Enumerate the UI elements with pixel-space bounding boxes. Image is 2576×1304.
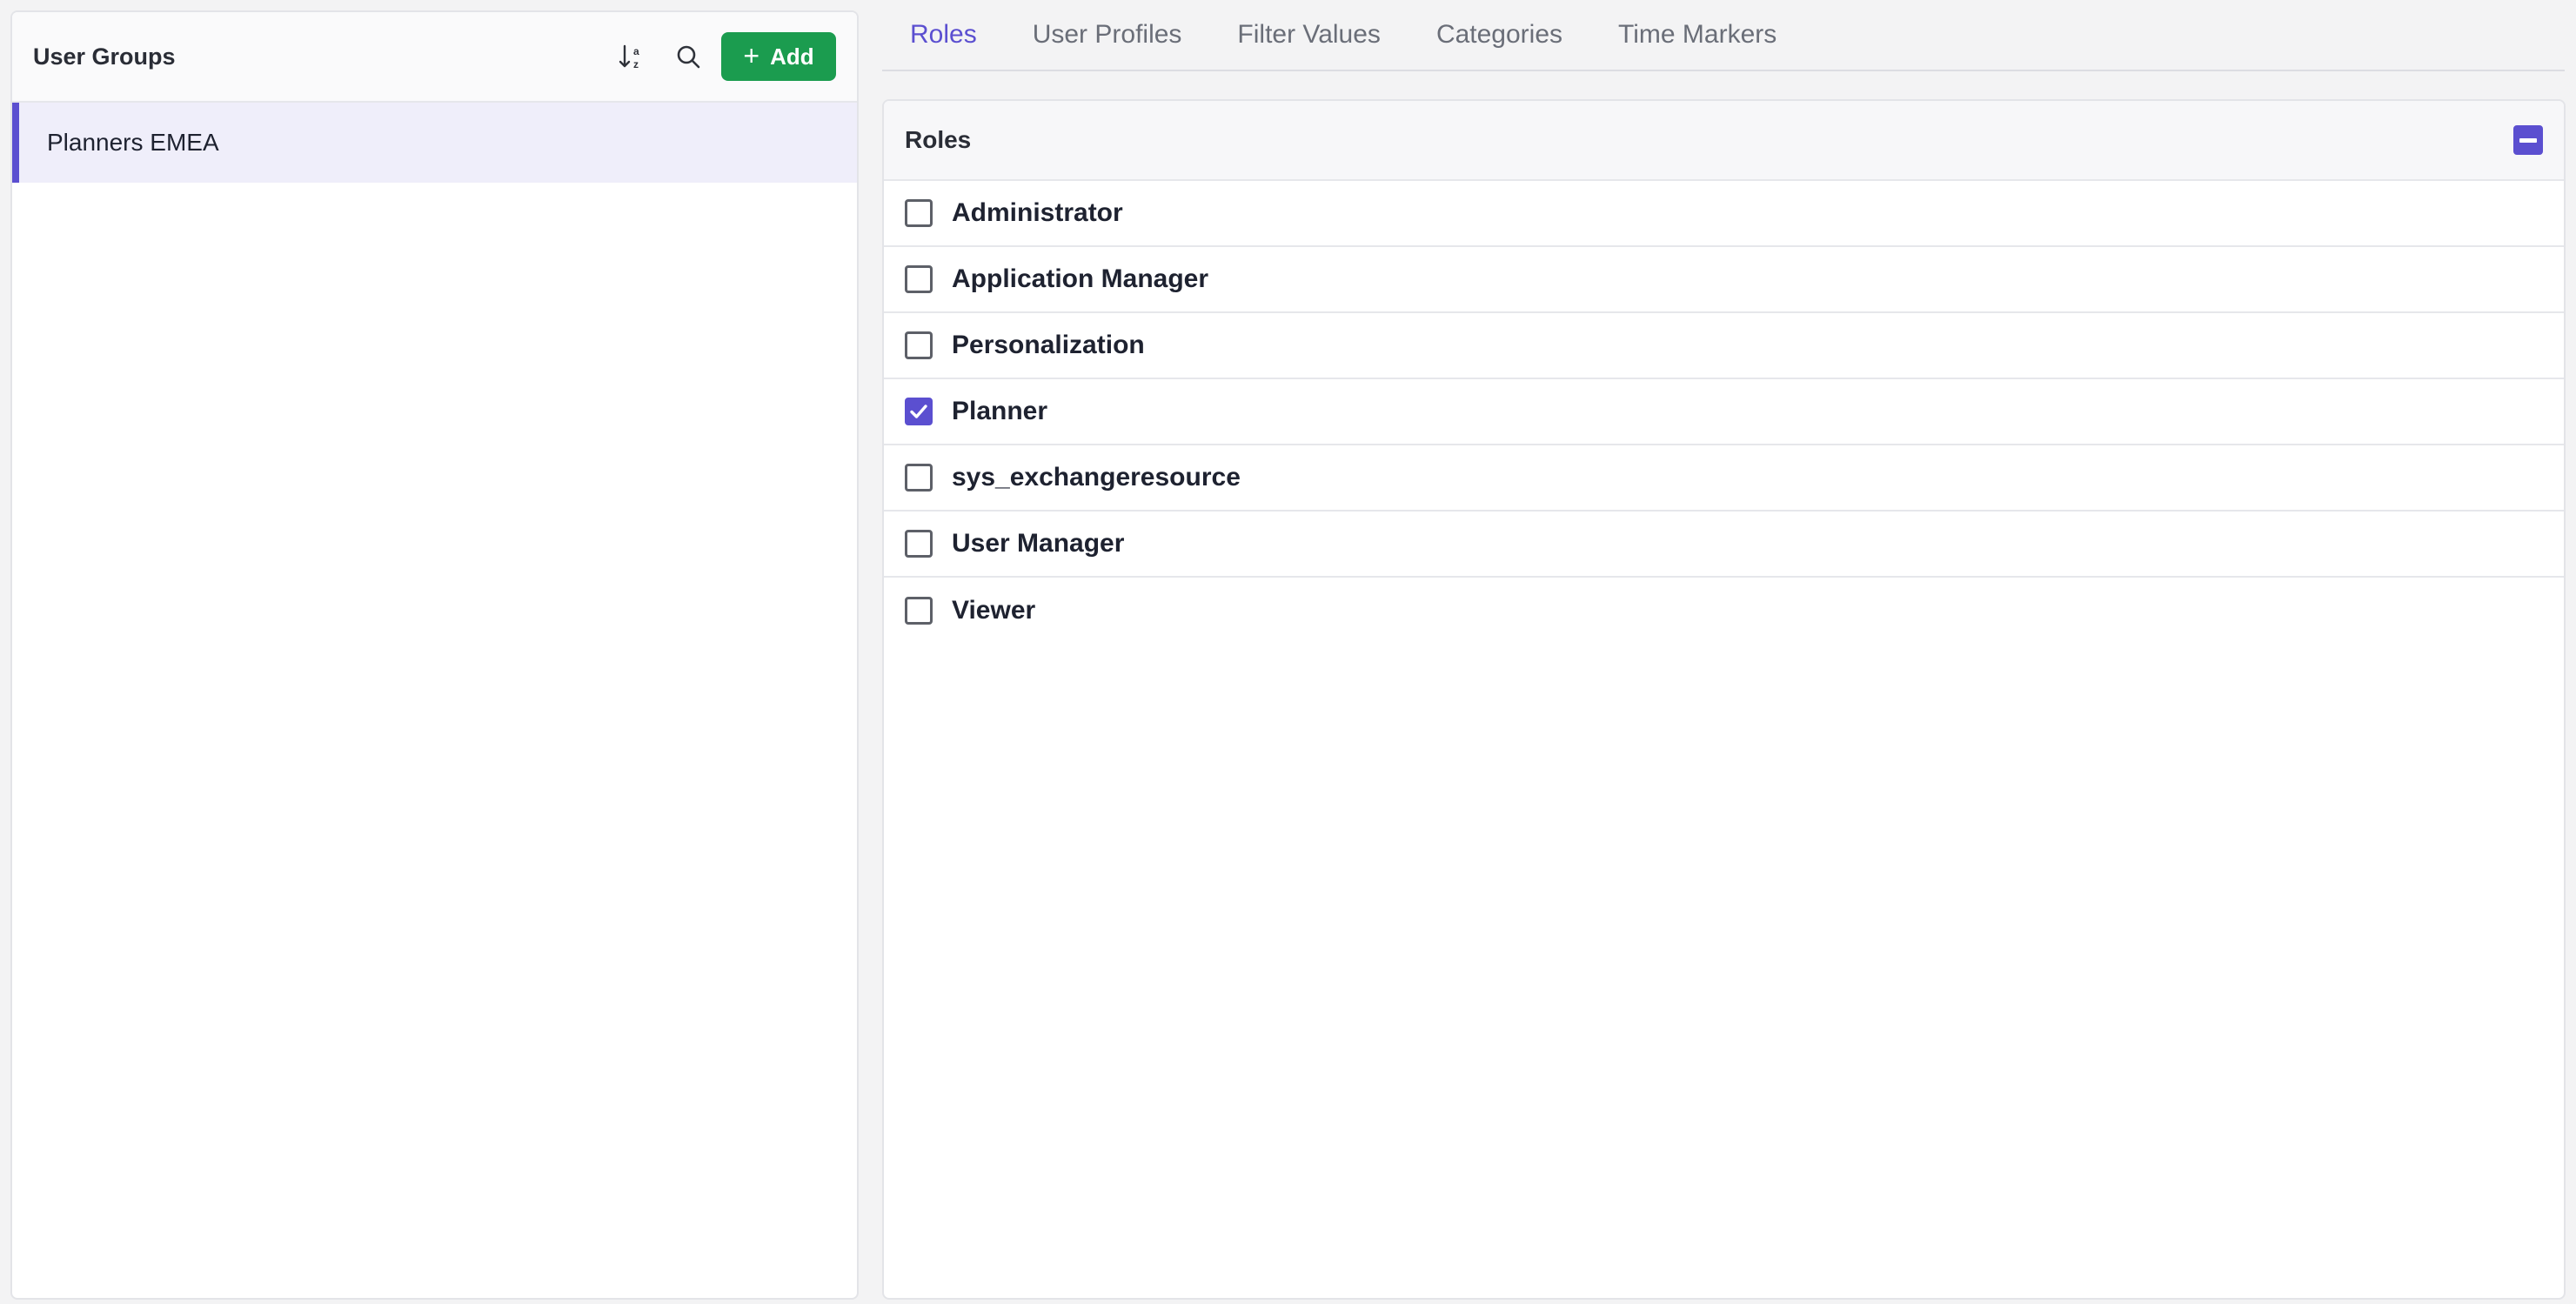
role-checkbox[interactable]	[905, 265, 933, 293]
role-row: Administrator	[884, 181, 2564, 247]
add-button-label: Add	[770, 43, 814, 70]
role-row: Viewer	[884, 578, 2564, 644]
checkmark-icon	[910, 405, 927, 418]
role-checkbox[interactable]	[905, 199, 933, 227]
role-row: Planner	[884, 379, 2564, 445]
role-label: sys_exchangeresource	[952, 463, 1241, 492]
role-label: Personalization	[952, 331, 1145, 359]
user-groups-panel: User Groups a z + Add Planners EMEA	[10, 10, 859, 1300]
roles-card-title: Roles	[905, 126, 972, 153]
search-icon	[677, 45, 700, 69]
tab-filter-values[interactable]: Filter Values	[1209, 0, 1408, 70]
svg-text:z: z	[633, 58, 639, 70]
role-checkbox[interactable]	[905, 530, 933, 558]
roles-card-header: Roles	[884, 101, 2564, 181]
minus-icon	[2519, 137, 2537, 143]
tab-roles[interactable]: Roles	[882, 0, 1005, 70]
role-label: Viewer	[952, 596, 1036, 625]
role-row: User Manager	[884, 512, 2564, 578]
role-label: User Manager	[952, 529, 1125, 558]
collapse-all-button[interactable]	[2513, 125, 2543, 155]
tab-categories[interactable]: Categories	[1408, 0, 1590, 70]
role-checkbox[interactable]	[905, 464, 933, 492]
role-row: sys_exchangeresource	[884, 445, 2564, 512]
user-groups-header: User Groups a z + Add	[12, 12, 857, 103]
svg-text:a: a	[633, 45, 639, 57]
tab-bar: Roles User Profiles Filter Values Catego…	[882, 0, 2565, 71]
role-label: Administrator	[952, 198, 1123, 227]
search-button[interactable]	[666, 34, 711, 79]
user-groups-title: User Groups	[33, 43, 176, 70]
tab-time-markers[interactable]: Time Markers	[1590, 0, 1804, 70]
role-label: Application Manager	[952, 264, 1209, 293]
roles-card: Roles Administrator Application Manager …	[882, 99, 2566, 1300]
role-checkbox[interactable]	[905, 331, 933, 359]
group-item-label: Planners EMEA	[47, 129, 219, 156]
role-checkbox[interactable]	[905, 398, 933, 425]
group-item[interactable]: Planners EMEA	[12, 103, 857, 183]
role-row: Personalization	[884, 313, 2564, 379]
sort-az-icon: a z	[619, 44, 639, 70]
role-label: Planner	[952, 397, 1048, 425]
sort-az-button[interactable]: a z	[610, 34, 655, 79]
add-group-button[interactable]: + Add	[721, 32, 836, 81]
tab-user-profiles[interactable]: User Profiles	[1005, 0, 1210, 70]
role-checkbox[interactable]	[905, 597, 933, 625]
app-root: User Groups a z + Add Planners EMEA Role…	[0, 0, 2576, 1304]
plus-icon: +	[743, 40, 760, 71]
role-row: Application Manager	[884, 247, 2564, 313]
